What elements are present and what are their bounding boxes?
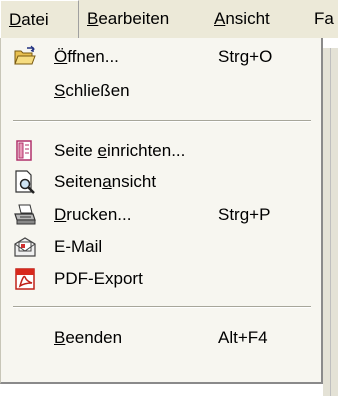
menu-item-oeffnen[interactable]: Öffnen... Strg+O <box>1 40 321 74</box>
page-setup-icon <box>13 139 37 163</box>
background-window-line <box>330 48 331 396</box>
menu-separator <box>13 306 311 308</box>
print-preview-icon <box>13 170 37 194</box>
menu-item-label: Seite einrichten... <box>54 141 186 160</box>
menu-item-label: Seitenansicht <box>54 172 157 191</box>
menu-item-seitenansicht[interactable]: Seitenansicht <box>1 165 321 199</box>
menu-item-label: PDF-Export <box>54 269 143 288</box>
menu-item-label: Beenden <box>54 328 123 347</box>
menu-datei[interactable]: Datei <box>0 0 79 38</box>
open-folder-icon <box>13 45 37 69</box>
menu-item-drucken[interactable]: Drucken... Strg+P <box>1 198 321 232</box>
menu-separator <box>13 120 311 122</box>
menu-item-pdf-export[interactable]: PDF-Export <box>1 262 321 296</box>
menu-item-seite-einrichten[interactable]: Seite einrichten... <box>1 134 321 168</box>
menu-item-email[interactable]: E-Mail <box>1 230 321 264</box>
menu-item-label: Öffnen... <box>54 47 119 66</box>
datei-dropdown-menu: Öffnen... Strg+O Schließen Seite einrich… <box>0 38 323 384</box>
shortcut-label: Alt+F4 <box>218 328 268 347</box>
menu-bearbeiten[interactable]: Bearbeiten <box>87 0 169 38</box>
menu-ansicht[interactable]: Ansicht <box>214 0 270 38</box>
menu-item-schliessen[interactable]: Schließen <box>1 74 321 108</box>
menu-item-label: Drucken... <box>54 205 132 224</box>
menu-item-label: E-Mail <box>54 237 103 256</box>
menu-fa[interactable]: Fa <box>314 0 334 38</box>
background-window-edge <box>323 38 338 48</box>
menu-item-label: Schließen <box>54 81 130 100</box>
menu-item-beenden[interactable]: Beenden Alt+F4 <box>1 321 321 355</box>
menu-bar: Datei Bearbeiten Ansicht Fa <box>0 0 338 38</box>
printer-icon <box>13 203 37 227</box>
pdf-icon <box>13 267 37 291</box>
email-icon <box>13 235 37 259</box>
shortcut-label: Strg+O <box>218 47 273 66</box>
shortcut-label: Strg+P <box>218 205 271 224</box>
